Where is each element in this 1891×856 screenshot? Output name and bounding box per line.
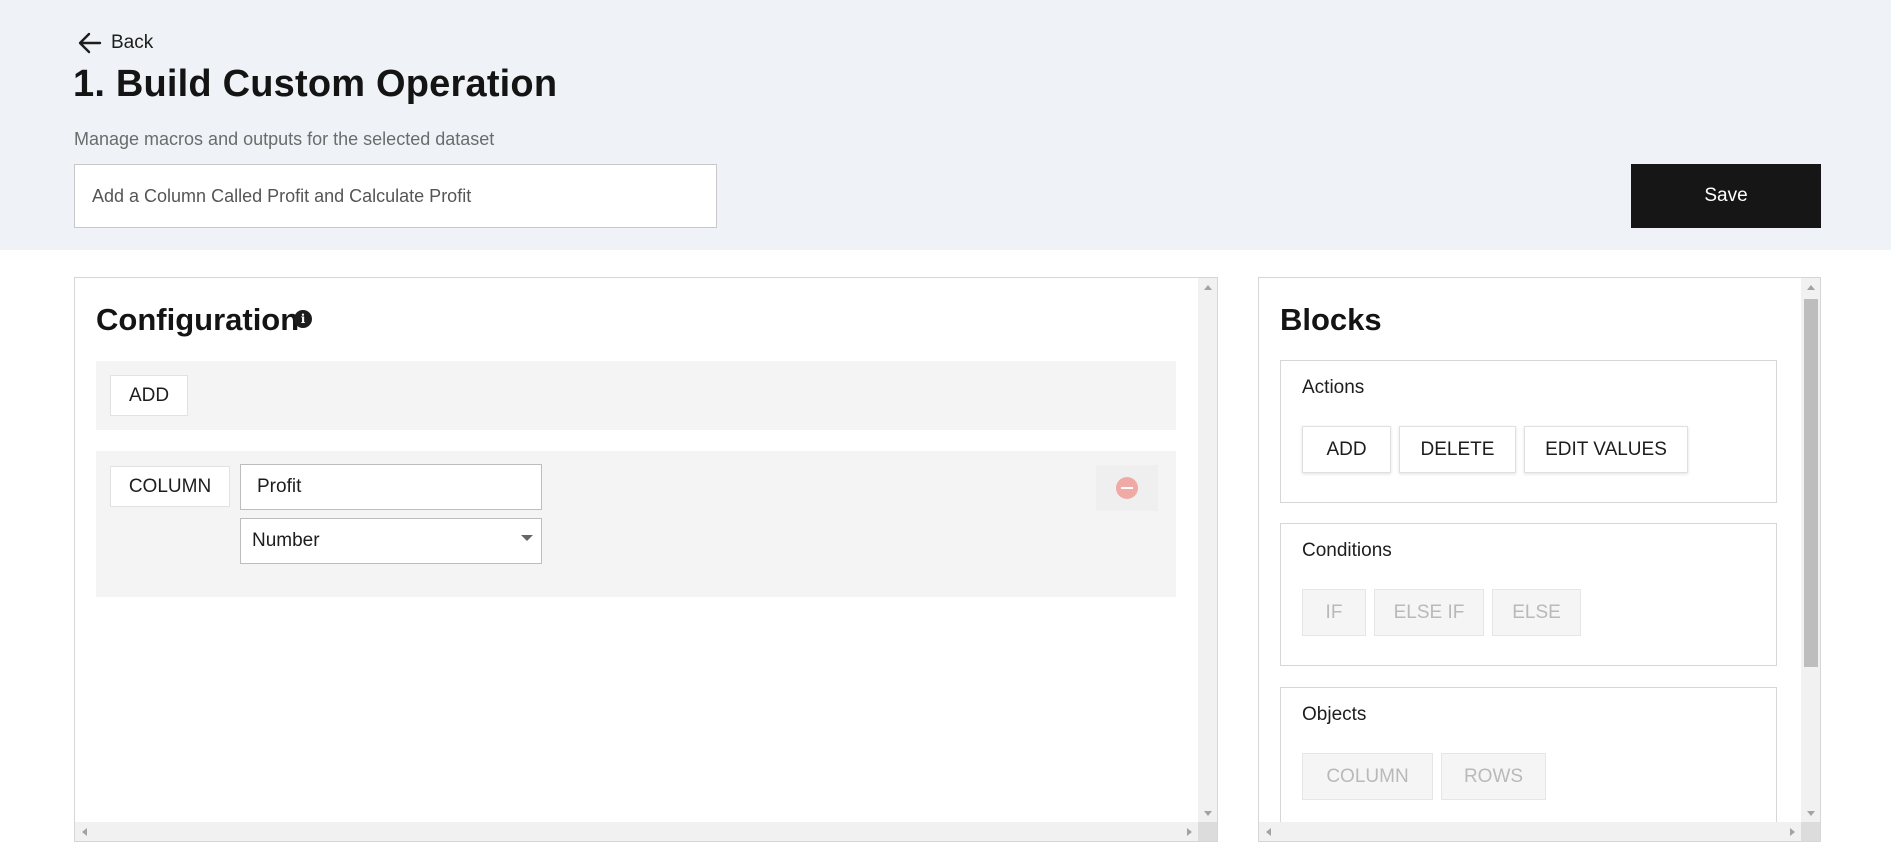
configuration-panel: Configuration i ADD COLUMN Number xyxy=(74,277,1218,842)
block-delete-button[interactable]: DELETE xyxy=(1399,426,1516,473)
blocks-horizontal-scrollbar[interactable] xyxy=(1259,822,1802,841)
blocks-title: Blocks xyxy=(1280,302,1382,337)
actions-group-title: Actions xyxy=(1302,377,1365,398)
scroll-corner xyxy=(1198,822,1217,841)
blocks-vertical-scrollbar[interactable] xyxy=(1801,278,1820,823)
page-subtitle: Manage macros and outputs for the select… xyxy=(74,129,495,149)
action-add-tag[interactable]: ADD xyxy=(110,375,188,416)
blocks-scroll-corner xyxy=(1801,822,1820,841)
column-name-input[interactable] xyxy=(240,464,542,510)
scroll-left-icon[interactable] xyxy=(82,828,87,836)
blocks-scroll-right-icon[interactable] xyxy=(1790,828,1795,836)
configuration-title: Configuration xyxy=(96,302,300,337)
arrow-left-icon xyxy=(78,32,102,54)
block-if-button[interactable]: IF xyxy=(1302,589,1366,636)
page-header: Back 1. Build Custom Operation Manage ma… xyxy=(0,0,1891,250)
action-row: ADD xyxy=(96,361,1176,430)
scroll-down-icon[interactable] xyxy=(1204,811,1212,816)
block-add-button[interactable]: ADD xyxy=(1302,426,1391,473)
object-column-tag[interactable]: COLUMN xyxy=(110,466,230,507)
horizontal-scrollbar[interactable] xyxy=(75,822,1199,841)
back-link[interactable]: Back xyxy=(77,30,153,56)
blocks-scroll-down-icon[interactable] xyxy=(1807,811,1815,816)
blocks-panel: Blocks Actions ADD DELETE EDIT VALUES Co… xyxy=(1258,277,1821,842)
column-type-value: Number xyxy=(252,530,320,551)
remove-row-button[interactable] xyxy=(1096,465,1158,511)
vertical-scrollbar[interactable] xyxy=(1198,278,1217,823)
operation-description-input[interactable] xyxy=(74,164,717,228)
objects-group: Objects COLUMN ROWS xyxy=(1280,687,1777,830)
actions-group: Actions ADD DELETE EDIT VALUES xyxy=(1280,360,1777,503)
column-row: COLUMN Number xyxy=(96,451,1176,597)
block-else-button[interactable]: ELSE xyxy=(1492,589,1581,636)
block-edit-values-button[interactable]: EDIT VALUES xyxy=(1524,426,1688,473)
blocks-scroll-up-icon[interactable] xyxy=(1807,285,1815,290)
scroll-up-icon[interactable] xyxy=(1204,285,1212,290)
page-title: 1. Build Custom Operation xyxy=(73,63,558,105)
block-rows-button[interactable]: ROWS xyxy=(1441,753,1546,800)
conditions-group-title: Conditions xyxy=(1302,540,1392,561)
save-button[interactable]: Save xyxy=(1631,164,1821,228)
chevron-down-icon xyxy=(521,535,533,541)
conditions-group: Conditions IF ELSE IF ELSE xyxy=(1280,523,1777,666)
info-icon[interactable]: i xyxy=(294,310,312,328)
objects-group-title: Objects xyxy=(1302,704,1367,725)
back-label: Back xyxy=(111,32,154,53)
block-column-button[interactable]: COLUMN xyxy=(1302,753,1433,800)
column-type-select[interactable]: Number xyxy=(240,518,542,564)
blocks-scroll-thumb[interactable] xyxy=(1804,299,1818,667)
minus-circle-icon xyxy=(1116,477,1138,499)
blocks-scroll-left-icon[interactable] xyxy=(1266,828,1271,836)
block-else-if-button[interactable]: ELSE IF xyxy=(1374,589,1484,636)
scroll-right-icon[interactable] xyxy=(1187,828,1192,836)
